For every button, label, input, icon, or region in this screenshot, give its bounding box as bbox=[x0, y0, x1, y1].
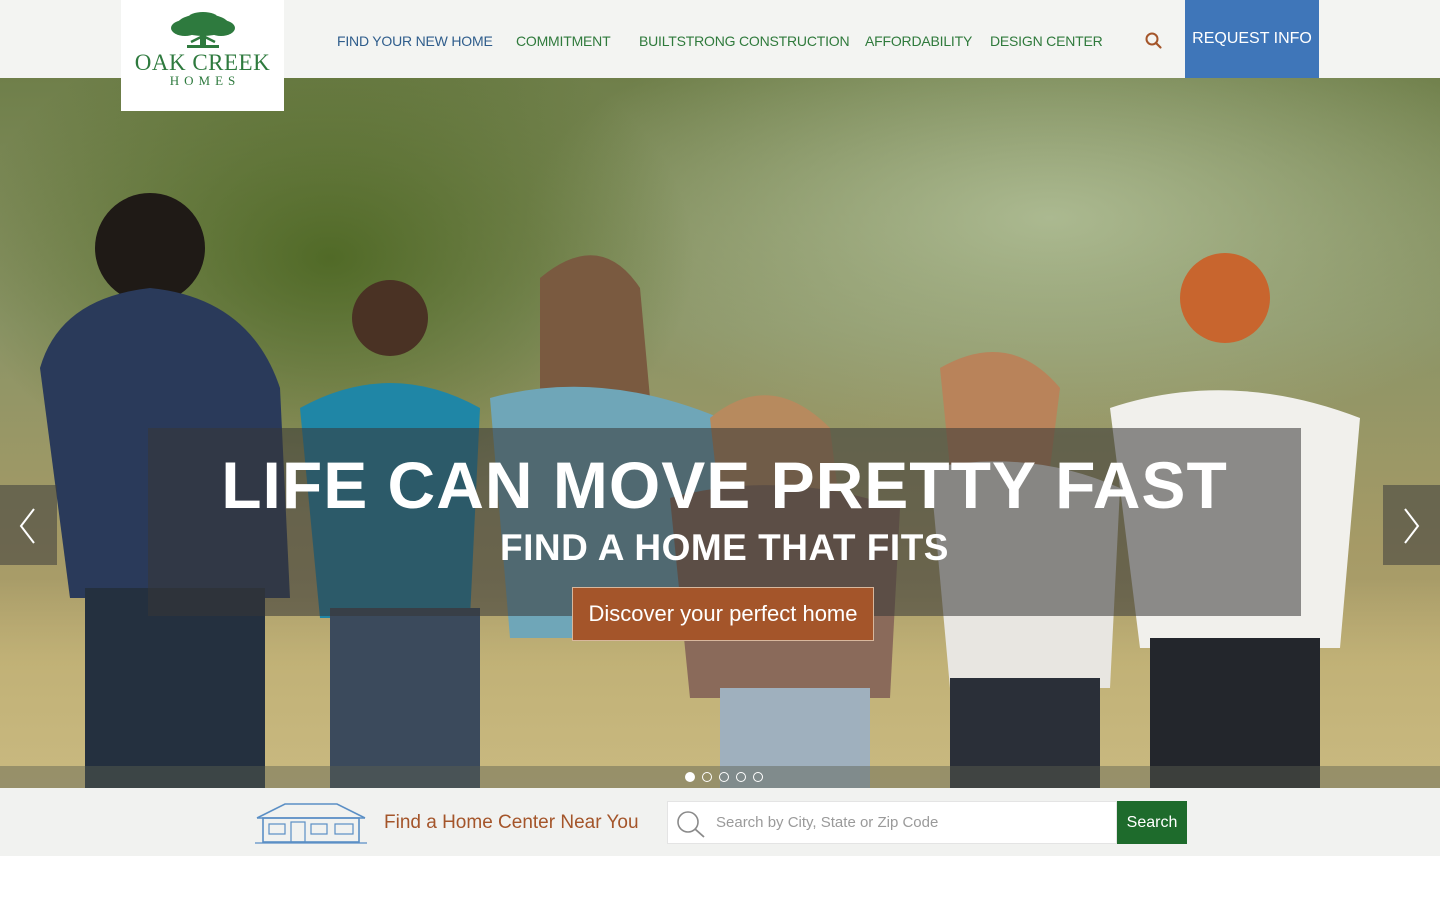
next-slide-button[interactable] bbox=[1383, 485, 1440, 565]
prev-slide-button[interactable] bbox=[0, 485, 57, 565]
find-home-center-bar: Find a Home Center Near You Search bbox=[0, 788, 1440, 856]
hero-headline: LIFE CAN MOVE PRETTY FAST bbox=[221, 448, 1228, 522]
discover-home-button[interactable]: Discover your perfect home bbox=[572, 587, 874, 641]
house-icon bbox=[255, 803, 367, 844]
logo-name: OAK CREEK bbox=[134, 50, 271, 75]
nav-item-builtstrong-construction[interactable]: BUILTSTRONG CONSTRUCTION bbox=[639, 32, 850, 50]
logo[interactable]: OAK CREEK HOMES bbox=[121, 0, 284, 111]
hero-subheadline: FIND A HOME THAT FITS bbox=[500, 527, 949, 568]
logo-subtitle: HOMES bbox=[169, 73, 241, 88]
slide-dot-1[interactable] bbox=[685, 772, 695, 782]
nav-item-affordability[interactable]: AFFORDABILITY bbox=[865, 32, 972, 50]
oak-tree-icon bbox=[170, 12, 235, 48]
slide-dot-5[interactable] bbox=[753, 772, 763, 782]
chevron-right-icon bbox=[1404, 508, 1420, 544]
nav-item-commitment[interactable]: COMMITMENT bbox=[516, 32, 611, 50]
search-button[interactable]: Search bbox=[1117, 801, 1187, 844]
request-info-button[interactable]: REQUEST INFO bbox=[1185, 0, 1319, 78]
location-search-input[interactable] bbox=[716, 802, 1111, 843]
slide-dot-2[interactable] bbox=[702, 772, 712, 782]
nav-item-design-center[interactable]: DESIGN CENTER bbox=[990, 32, 1103, 50]
slide-dot-4[interactable] bbox=[736, 772, 746, 782]
location-search-box bbox=[667, 801, 1117, 844]
search-icon[interactable] bbox=[1144, 31, 1164, 51]
magnifier-icon bbox=[677, 811, 705, 838]
slide-dot-3[interactable] bbox=[719, 772, 729, 782]
chevron-left-icon bbox=[19, 508, 35, 544]
hero-slider: LIFE CAN MOVE PRETTY FAST FIND A HOME TH… bbox=[0, 78, 1440, 788]
find-home-center-label: Find a Home Center Near You bbox=[384, 812, 639, 833]
nav-item-find-your-new-home[interactable]: FIND YOUR NEW HOME bbox=[337, 32, 493, 50]
